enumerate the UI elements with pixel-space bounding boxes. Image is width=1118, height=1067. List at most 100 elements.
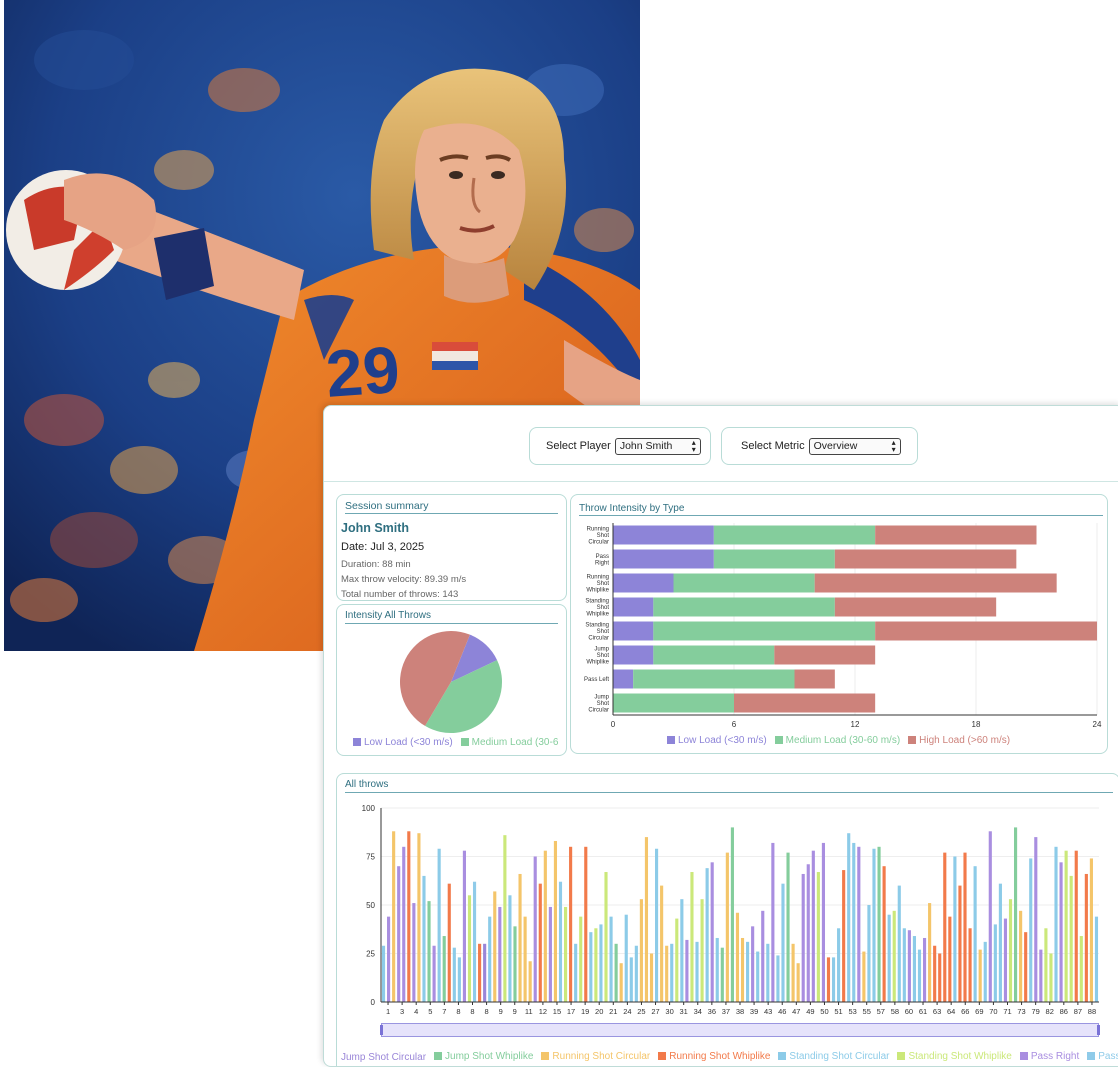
throw-bar[interactable] <box>1084 873 1088 1002</box>
throw-bar[interactable] <box>533 856 537 1003</box>
throw-bar[interactable] <box>599 924 603 1002</box>
throw-bar[interactable] <box>644 837 649 1002</box>
pie-legend-item[interactable]: Medium Load (30-6 <box>460 737 558 748</box>
intensity-bar-segment[interactable] <box>734 693 876 713</box>
throw-bar[interactable] <box>912 936 917 1002</box>
throw-bar[interactable] <box>381 945 386 1002</box>
throw-bar[interactable] <box>852 842 856 1002</box>
throw-bar[interactable] <box>472 881 477 1002</box>
throw-bar[interactable] <box>387 916 391 1002</box>
throw-bar[interactable] <box>427 901 431 1002</box>
throw-bar[interactable] <box>761 910 765 1002</box>
throw-bar[interactable] <box>862 951 866 1002</box>
throw-bar[interactable] <box>943 852 947 1002</box>
throw-bar[interactable] <box>837 928 841 1002</box>
throw-type-legend-item[interactable]: Running Shot Circular <box>541 1051 650 1062</box>
throw-bar[interactable] <box>604 872 608 1002</box>
throw-bar[interactable] <box>483 943 487 1002</box>
intensity-bar-segment[interactable] <box>613 597 654 617</box>
throw-bar[interactable] <box>1008 899 1013 1002</box>
throw-bar[interactable] <box>928 903 932 1002</box>
throw-bar[interactable] <box>543 850 547 1002</box>
brush-handle-left[interactable] <box>380 1025 383 1035</box>
throw-bar[interactable] <box>735 912 740 1002</box>
throw-bar[interactable] <box>574 943 578 1002</box>
throw-bar[interactable] <box>619 963 623 1002</box>
throw-bar[interactable] <box>670 943 674 1002</box>
throw-bar[interactable] <box>589 932 593 1002</box>
throw-bar[interactable] <box>447 883 451 1002</box>
throw-bar[interactable] <box>831 957 836 1002</box>
throw-bar[interactable] <box>614 943 618 1002</box>
throw-bar[interactable] <box>1044 928 1048 1002</box>
throw-bar[interactable] <box>685 939 689 1002</box>
throw-bar[interactable] <box>1069 875 1073 1002</box>
throw-bar[interactable] <box>629 957 633 1002</box>
intensity-bar-segment[interactable] <box>774 645 876 665</box>
throw-bar[interactable] <box>558 881 563 1002</box>
throw-bar[interactable] <box>811 850 815 1002</box>
throw-bar[interactable] <box>917 949 922 1002</box>
throw-bar[interactable] <box>887 914 891 1002</box>
throw-bar[interactable] <box>579 916 583 1002</box>
throw-bar[interactable] <box>569 846 573 1002</box>
throw-bar[interactable] <box>847 833 851 1002</box>
throw-bar[interactable] <box>725 852 729 1002</box>
throw-bar[interactable] <box>1029 858 1033 1002</box>
intensity-bar-segment[interactable] <box>633 669 795 689</box>
throw-bar[interactable] <box>786 852 790 1002</box>
throw-bar[interactable] <box>998 883 1002 1002</box>
player-select[interactable]: John Smith ▴ ▾ <box>614 437 701 455</box>
metric-select[interactable]: Overview ▴ ▾ <box>808 437 901 455</box>
throw-bar[interactable] <box>660 885 664 1002</box>
throw-bar[interactable] <box>437 848 441 1002</box>
throw-type-legend-item[interactable]: Jump Shot Whiplike <box>434 1051 533 1062</box>
throw-bar[interactable] <box>508 895 512 1002</box>
throw-bar[interactable] <box>462 850 466 1002</box>
throw-bar[interactable] <box>1049 953 1053 1003</box>
throw-bar[interactable] <box>675 918 679 1002</box>
throw-bar[interactable] <box>432 945 436 1002</box>
throw-bar[interactable] <box>584 846 588 1002</box>
brush-range-slider[interactable] <box>380 1023 1100 1037</box>
throw-bar[interactable] <box>649 953 654 1003</box>
intensity-bar-segment[interactable] <box>613 669 634 689</box>
throw-bar[interactable] <box>407 831 411 1002</box>
throw-bar[interactable] <box>983 941 987 1002</box>
throw-bar[interactable] <box>1039 949 1043 1002</box>
throw-bar[interactable] <box>695 941 699 1002</box>
throw-bar[interactable] <box>563 906 568 1002</box>
intensity-bar-segment[interactable] <box>875 525 1037 545</box>
intensity-legend-item[interactable]: High Load (>60 m/s) <box>908 735 1010 746</box>
intensity-bar-segment[interactable] <box>834 549 1017 569</box>
throw-bar[interactable] <box>740 937 745 1002</box>
throw-bar[interactable] <box>948 916 952 1002</box>
throw-type-legend-item[interactable]: Standing Shot Whiplike <box>897 1051 1012 1062</box>
intensity-bar-segment[interactable] <box>713 525 876 545</box>
throw-bar[interactable] <box>1054 846 1058 1002</box>
throw-bar[interactable] <box>639 899 643 1002</box>
throw-bar[interactable] <box>680 899 684 1002</box>
throw-bar[interactable] <box>412 903 416 1002</box>
throw-bar[interactable] <box>457 957 461 1002</box>
throw-bar[interactable] <box>1079 936 1083 1002</box>
throw-bar[interactable] <box>513 926 517 1002</box>
throw-bar[interactable] <box>478 943 482 1002</box>
throw-bar[interactable] <box>907 930 911 1002</box>
throw-bar[interactable] <box>1019 910 1023 1002</box>
throw-bar[interactable] <box>993 924 997 1002</box>
intensity-bar-segment[interactable] <box>613 573 674 593</box>
throw-bar[interactable] <box>442 936 446 1002</box>
throw-bar[interactable] <box>933 945 937 1002</box>
intensity-bar-segment[interactable] <box>613 525 714 545</box>
throw-bar[interactable] <box>842 870 846 1002</box>
throw-bar[interactable] <box>938 953 942 1003</box>
intensity-bar-segment[interactable] <box>613 645 654 665</box>
throw-bar[interactable] <box>518 873 522 1002</box>
throw-bar[interactable] <box>963 852 967 1002</box>
throw-bar[interactable] <box>806 864 810 1002</box>
intensity-bar-segment[interactable] <box>613 549 714 569</box>
throw-bar[interactable] <box>988 831 992 1002</box>
brush-handle-right[interactable] <box>1097 1025 1100 1035</box>
throw-bar[interactable] <box>973 866 977 1002</box>
